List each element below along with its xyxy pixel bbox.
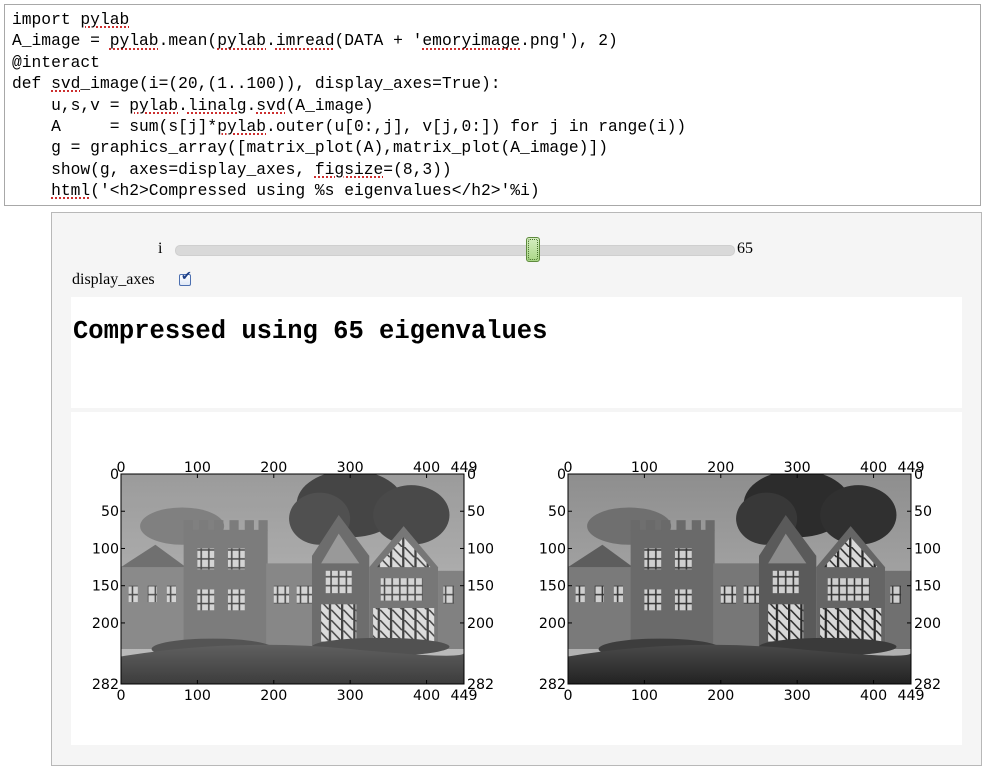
- code-token: g = graphics_array([matrix_plot(A),matri…: [12, 138, 608, 158]
- x-tick-label-top: 100: [631, 460, 658, 476]
- code-token-underlined: pylab: [80, 10, 130, 29]
- y-tick-label-left: 282: [539, 677, 566, 693]
- code-token: u,s,v =: [12, 95, 130, 115]
- code-token: .: [266, 31, 276, 51]
- x-tick-label-top: 400: [413, 460, 440, 476]
- x-tick-label-bottom: 400: [413, 688, 440, 704]
- code-line[interactable]: def svd_image(i=(20,(1..100)), display_a…: [12, 73, 980, 94]
- code-line[interactable]: html('<h2>Compressed using %s eigenvalue…: [12, 180, 980, 201]
- y-tick-label-left: 0: [110, 467, 119, 483]
- x-tick-label-top: 200: [260, 460, 287, 476]
- compressed-image-picture: [121, 474, 464, 684]
- y-tick-label-left: 100: [539, 541, 566, 557]
- y-tick-label-right: 282: [467, 677, 494, 693]
- original-image: 001001002002003003004004004494490 050 5010…: [539, 460, 941, 704]
- code-token-underlined: html: [51, 181, 91, 201]
- y-tick-label-right: 100: [467, 541, 494, 557]
- y-tick-label-left: 200: [539, 616, 566, 632]
- original-image-picture: [568, 474, 911, 684]
- y-tick-label-left: 200: [92, 616, 119, 632]
- code-token: (A_image): [285, 95, 374, 115]
- x-tick-label-top: 300: [337, 460, 364, 476]
- code-token-underlined: svd: [51, 74, 81, 94]
- x-tick-label-top: 200: [707, 460, 734, 476]
- x-tick-label-bottom: 400: [860, 688, 887, 704]
- code-line[interactable]: @interact: [12, 52, 980, 73]
- x-tick-label-bottom: 300: [337, 688, 364, 704]
- code-token: .: [178, 95, 188, 115]
- y-tick-label-right: 200: [914, 616, 941, 632]
- code-token-underlined: pylab: [129, 95, 179, 115]
- code-token: .: [246, 95, 257, 115]
- code-token: .outer(u[0:,j], v[j,0:]) for j in range(…: [266, 116, 687, 136]
- code-token: .mean(: [158, 31, 218, 51]
- slider-label: i: [158, 240, 163, 257]
- code-token-underlined: pylab: [109, 31, 159, 51]
- y-tick-label-right: 0: [914, 467, 923, 483]
- y-tick-label-right: 150: [467, 579, 494, 595]
- code-token-underlined: pylab: [217, 116, 267, 136]
- code-line[interactable]: A_image = pylab.mean(pylab.imread(DATA +…: [12, 30, 980, 51]
- y-tick-label-left: 282: [92, 677, 119, 693]
- y-tick-label-right: 50: [914, 504, 932, 520]
- code-token: _image(i=(20,(1..100)), display_axes=Tru…: [80, 74, 501, 94]
- display-axes-label: display_axes: [72, 271, 155, 288]
- x-tick-label-bottom: 200: [260, 688, 287, 704]
- code-token-underlined: figsize: [314, 159, 384, 179]
- code-token-underlined: imread: [275, 31, 335, 51]
- code-line[interactable]: g = graphics_array([matrix_plot(A),matri…: [12, 137, 980, 158]
- code-token-underlined: linalg: [187, 95, 247, 115]
- display-axes-checkbox[interactable]: ✔: [179, 270, 192, 286]
- x-tick-label-bottom: 200: [707, 688, 734, 704]
- plot-output: 0 0 100 100 200 200 300 300 400 400 449 449 0 0 50 50 10…: [71, 412, 962, 745]
- code-line[interactable]: show(g, axes=display_axes, figsize=(8,3)…: [12, 159, 980, 180]
- code-cell[interactable]: import pylab A_image = pylab.mean(pylab.i…: [4, 4, 981, 206]
- slider-track[interactable]: [175, 245, 735, 256]
- x-tick-label-top: 300: [784, 460, 811, 476]
- y-tick-label-right: 0: [467, 467, 476, 483]
- compressed-heading: Compressed using 65 eigenvalues: [73, 317, 548, 346]
- code-token: =(8,3)): [383, 159, 452, 179]
- y-tick-label-left: 50: [101, 504, 119, 520]
- y-tick-label-left: 100: [92, 541, 119, 557]
- matrix-plots-svg: 001001002002003003004004004494490 050 5010…: [92, 460, 941, 704]
- code-token-underlined: emoryimage: [422, 31, 521, 51]
- x-tick-label-top: 100: [184, 460, 211, 476]
- y-tick-label-right: 50: [467, 504, 485, 520]
- code-token: @interact: [12, 52, 100, 72]
- code-line[interactable]: u,s,v = pylab.linalg.svd(A_image): [12, 95, 980, 116]
- x-tick-label-bottom: 100: [631, 688, 658, 704]
- x-tick-label-bottom: 300: [784, 688, 811, 704]
- checkmark-icon: ✔: [181, 269, 192, 284]
- interact-output: i 65 display_axes ✔ Compressed using 65 …: [51, 212, 982, 766]
- y-tick-label-right: 150: [914, 579, 941, 595]
- code-line[interactable]: A = sum(s[j]*pylab.outer(u[0:,j], v[j,0:…: [12, 116, 980, 137]
- code-token: import: [12, 10, 81, 29]
- y-tick-label-left: 0: [557, 467, 566, 483]
- y-tick-label-right: 100: [914, 541, 941, 557]
- code-token: (DATA + ': [334, 31, 423, 51]
- code-line[interactable]: import pylab: [12, 9, 980, 30]
- code-token: A_image =: [12, 31, 110, 51]
- code-token: .png'), 2): [520, 31, 618, 51]
- code-token-underlined: svd: [256, 95, 286, 115]
- slider-handle[interactable]: [526, 237, 540, 262]
- code-token: show(g, axes=display_axes,: [12, 159, 315, 179]
- html-output: Compressed using 65 eigenvalues: [71, 297, 962, 408]
- x-tick-label-bottom: 100: [184, 688, 211, 704]
- compressed-image: 001001002002003003004004004494490 050 5010…: [92, 460, 494, 704]
- x-tick-label-top: 400: [860, 460, 887, 476]
- y-tick-label-right: 282: [914, 677, 941, 693]
- code-token: ('<h2>Compressed using %s eigenvalues</h…: [90, 181, 540, 201]
- code-token-underlined: pylab: [217, 31, 267, 51]
- y-tick-label-right: 200: [467, 616, 494, 632]
- y-tick-label-left: 50: [548, 504, 566, 520]
- y-tick-label-left: 150: [539, 579, 566, 595]
- slider-value: 65: [737, 240, 753, 257]
- code-token: A = sum(s[j]*: [12, 116, 218, 136]
- code-token: def: [12, 74, 52, 94]
- y-tick-label-left: 150: [92, 579, 119, 595]
